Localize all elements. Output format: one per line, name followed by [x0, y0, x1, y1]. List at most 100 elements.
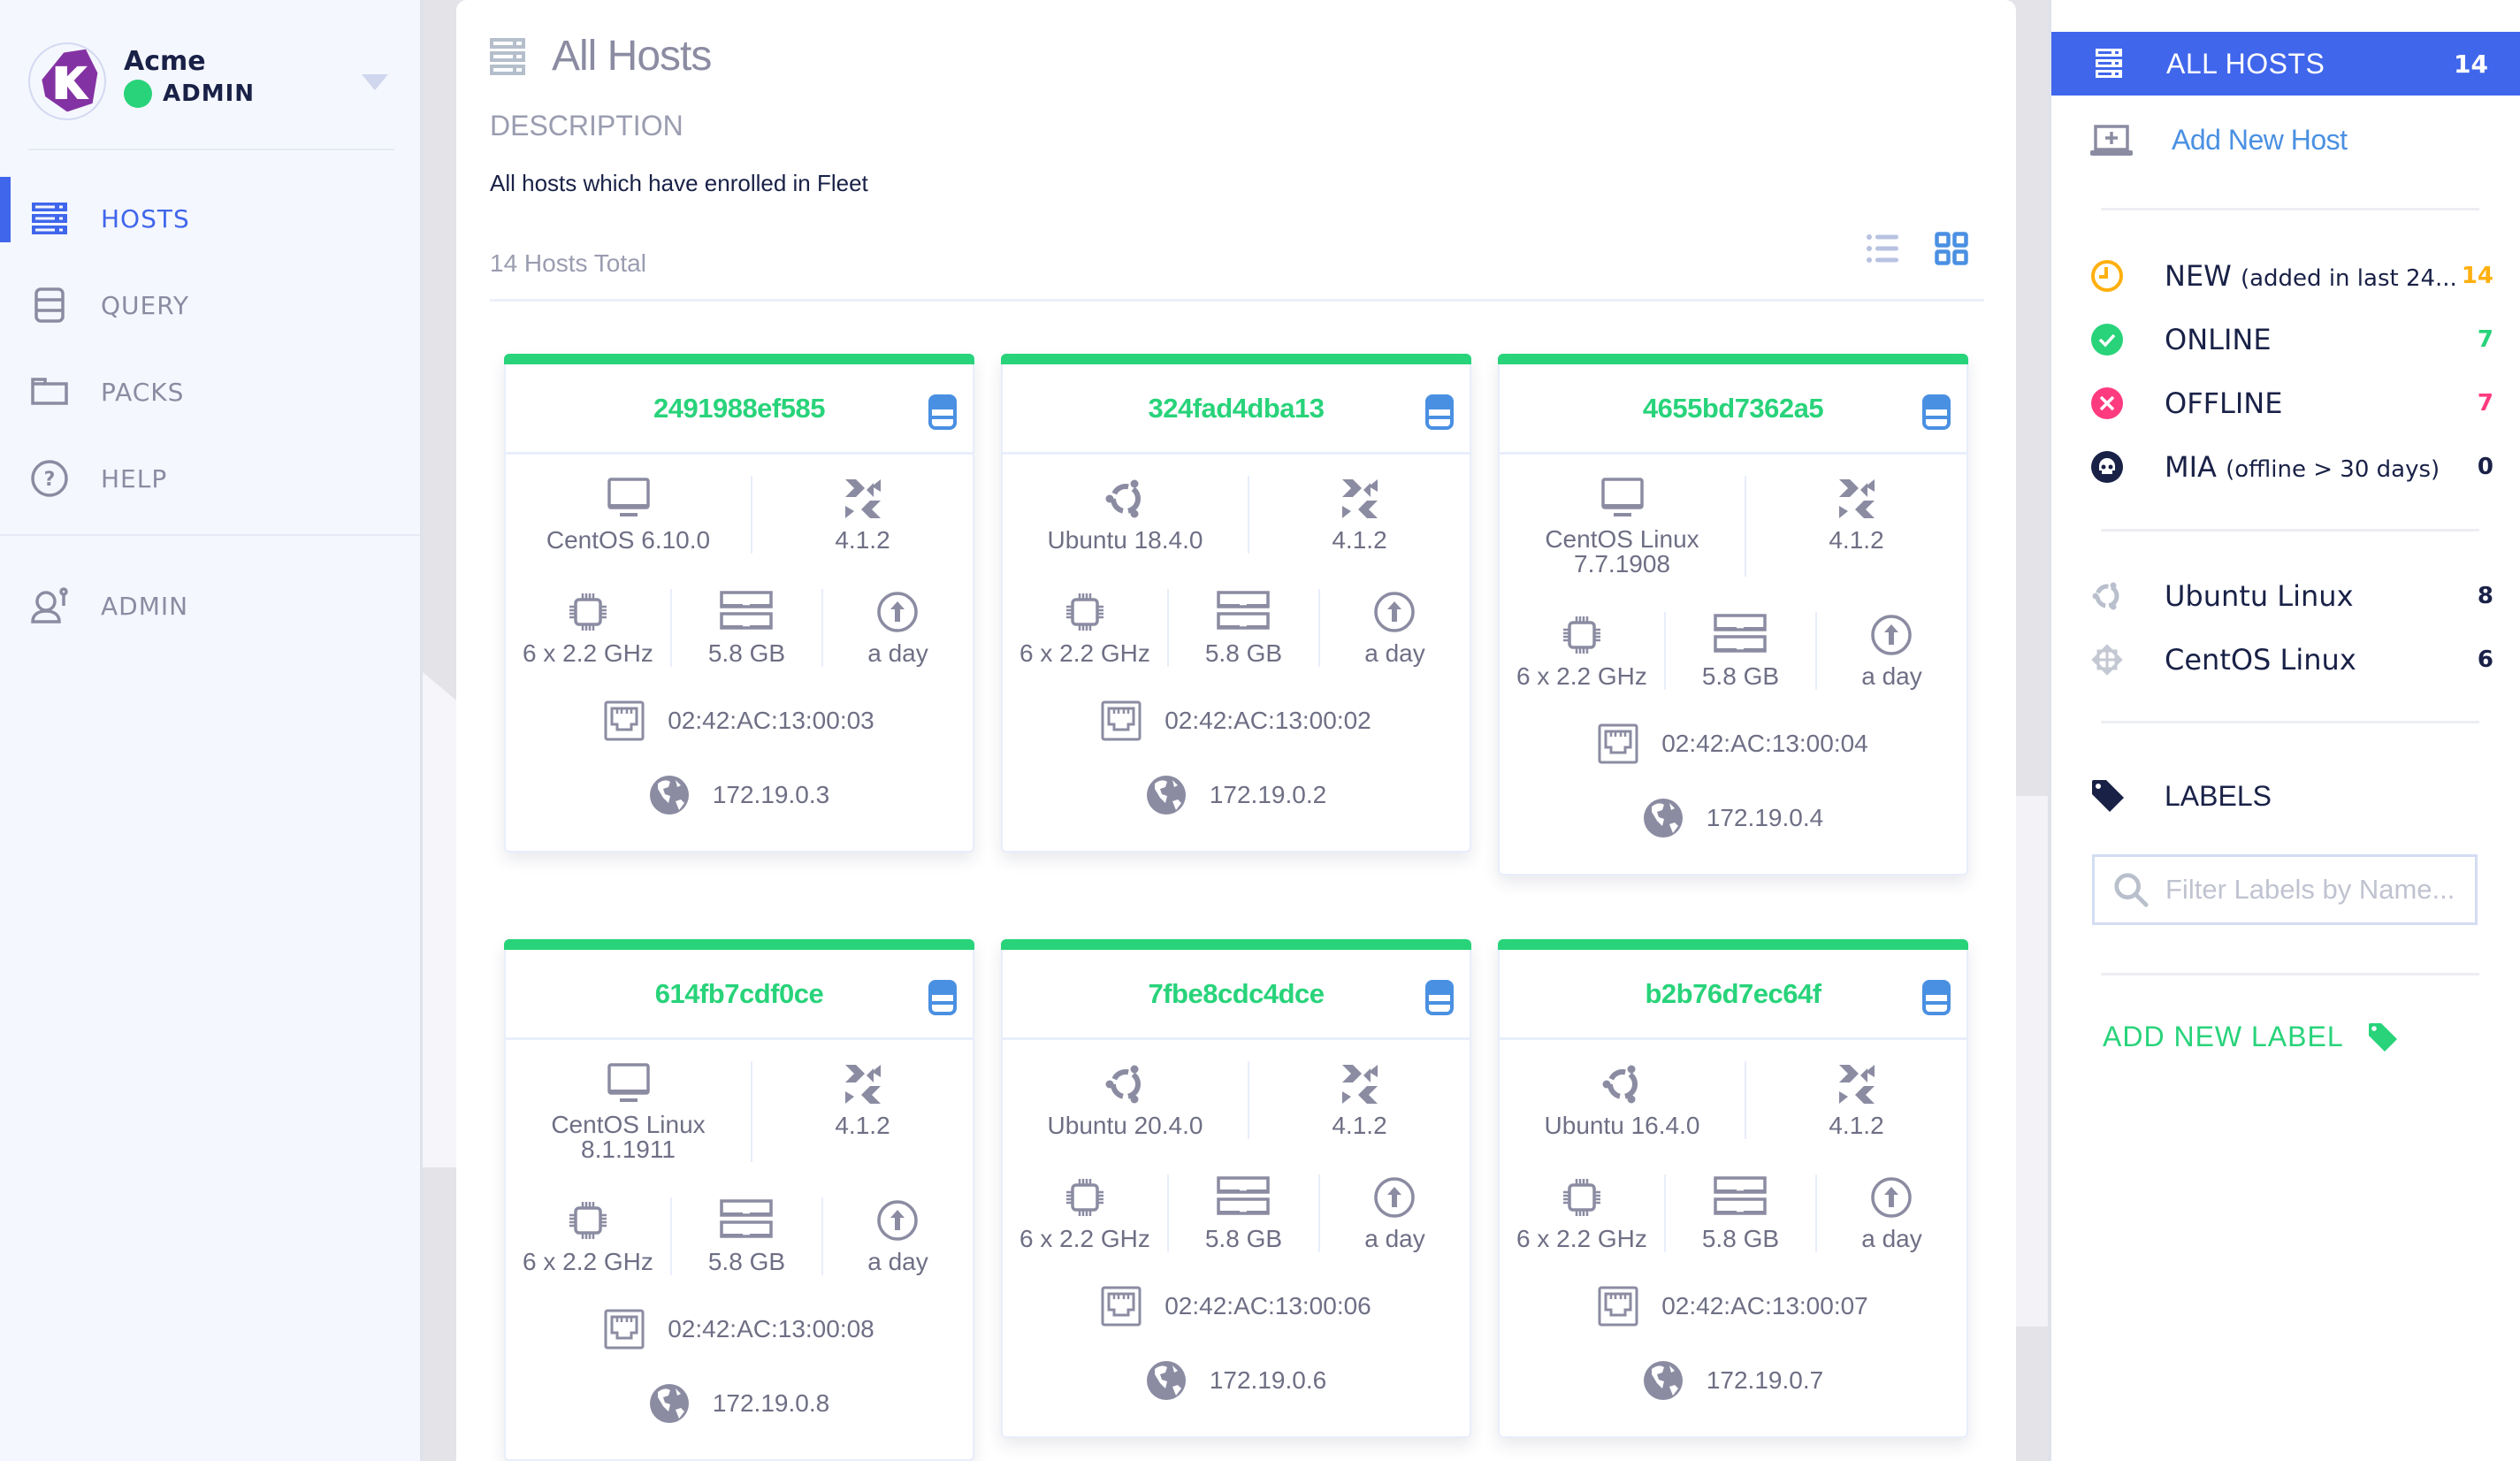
host-name[interactable]: b2b76d7ec64f: [1645, 978, 1821, 1010]
nav-label: HELP: [101, 463, 168, 493]
view-toggle: [1866, 232, 1968, 265]
host-osquery-version: 4.1.2: [835, 1112, 890, 1139]
globe-icon: [1643, 1361, 1683, 1400]
host-osquery-version: 4.1.2: [835, 526, 890, 554]
filter-new[interactable]: NEW (added in last 24... 14: [2090, 244, 2493, 308]
background-shape: [2016, 796, 2051, 1327]
filter-label: NEW (added in last 24...: [2165, 259, 2457, 293]
host-uptime: a day: [1364, 639, 1425, 667]
host-mac-address: 02:42:AC:13:00:06: [1165, 1292, 1371, 1319]
add-host-laptop-icon: [2090, 124, 2133, 156]
user-role-label: ADMIN: [163, 80, 256, 107]
list-view-icon[interactable]: [1866, 232, 1899, 265]
cpu-icon: [1065, 593, 1103, 631]
host-card[interactable]: b2b76d7ec64f Ubuntu 16.4.0 4.1.2 6 x 2.2…: [1498, 939, 1968, 1438]
osquery-icon: [844, 1065, 881, 1104]
host-osquery-cell: 4.1.2: [1746, 1061, 1966, 1139]
globe-icon: [649, 1384, 689, 1423]
host-card-header: b2b76d7ec64f: [1500, 950, 1966, 1040]
host-card-header: 614fb7cdf0ce: [506, 950, 973, 1040]
host-ip-address: 172.19.0.7: [1706, 1366, 1824, 1394]
labels-filter-input[interactable]: [2165, 874, 2475, 906]
nav-label: HOSTS: [101, 203, 190, 233]
filter-label: Ubuntu Linux: [2165, 579, 2354, 613]
host-ip-row: 172.19.0.4: [1500, 798, 1966, 838]
host-osquery-version: 4.1.2: [1332, 1112, 1387, 1139]
nav-item-query[interactable]: QUERY: [0, 262, 420, 348]
host-os-cell: CentOS Linux 7.7.1908: [1500, 476, 1746, 577]
host-card-header: 324fad4dba13: [1003, 364, 1470, 455]
host-os-cell: CentOS Linux 8.1.1911: [506, 1061, 752, 1162]
chevron-down-icon[interactable]: [362, 74, 388, 90]
host-name[interactable]: 324fad4dba13: [1148, 393, 1325, 425]
host-os: Ubuntu 18.4.0: [1047, 526, 1203, 554]
host-card[interactable]: 324fad4dba13 Ubuntu 18.4.0 4.1.2 6 x 2.2…: [1001, 354, 1471, 853]
host-ip-address: 172.19.0.4: [1706, 804, 1824, 831]
platform-filter-list: Ubuntu Linux 8 CentOS Linux 6: [2090, 564, 2493, 692]
memory-icon: [1714, 1176, 1768, 1215]
nav-item-hosts[interactable]: HOSTS: [0, 175, 420, 262]
query-host-icon[interactable]: [1425, 980, 1454, 1015]
main-panel: All Hosts DESCRIPTION All hosts which ha…: [456, 0, 2016, 1461]
folder-icon: [31, 378, 68, 405]
host-name[interactable]: 7fbe8cdc4dce: [1148, 978, 1325, 1010]
host-card[interactable]: 614fb7cdf0ce CentOS Linux 8.1.1911 4.1.2: [504, 939, 974, 1461]
host-status-bar: [504, 939, 974, 950]
nav-item-admin[interactable]: ADMIN: [0, 562, 420, 649]
host-os: CentOS 6.10.0: [546, 526, 711, 554]
host-ip-row: 172.19.0.2: [1003, 775, 1470, 815]
filter-centos[interactable]: CentOS Linux 6: [2090, 628, 2493, 692]
host-os: Ubuntu 20.4.0: [1047, 1112, 1203, 1139]
host-card[interactable]: 7fbe8cdc4dce Ubuntu 20.4.0 4.1.2 6 x 2.2…: [1001, 939, 1471, 1438]
nav-item-help[interactable]: ? HELP: [0, 435, 420, 522]
host-card[interactable]: 2491988ef585 CentOS 6.10.0 4.1.2 6 x 2.2…: [504, 354, 974, 853]
server-icon: [2096, 49, 2122, 78]
filter-offline[interactable]: OFFLINE 7: [2090, 371, 2493, 435]
host-os-row: CentOS Linux 7.7.1908 4.1.2: [1500, 476, 1966, 577]
org-switcher[interactable]: Acme ADMIN: [28, 42, 395, 149]
grid-view-icon[interactable]: [1935, 232, 1968, 265]
cpu-icon: [569, 593, 607, 631]
filter-sublabel: (offline > 30 days): [2226, 456, 2440, 483]
host-memory: 5.8 GB: [707, 639, 786, 667]
cpu-icon: [1065, 1179, 1103, 1216]
query-host-icon[interactable]: [1922, 980, 1951, 1015]
host-mac-address: 02:42:AC:13:00:08: [668, 1315, 874, 1342]
host-uptime: a day: [1861, 662, 1922, 690]
host-hw-row: 6 x 2.2 GHz 5.8 GB a day: [506, 1197, 973, 1275]
host-osquery-cell: 4.1.2: [752, 476, 973, 554]
query-host-icon[interactable]: [1425, 394, 1454, 430]
host-os-row: CentOS 6.10.0 4.1.2: [506, 476, 973, 554]
filter-mia[interactable]: MIA (offline > 30 days) 0: [2090, 435, 2493, 499]
host-cpu: 6 x 2.2 GHz: [1516, 1225, 1647, 1252]
add-new-host-button[interactable]: Add New Host: [2090, 124, 2348, 157]
check-circle-icon: [2091, 324, 2123, 356]
host-osquery-cell: 4.1.2: [752, 1061, 973, 1162]
host-name[interactable]: 614fb7cdf0ce: [655, 978, 824, 1010]
filter-ubuntu[interactable]: Ubuntu Linux 8: [2090, 564, 2493, 628]
host-status-bar: [1498, 354, 1968, 364]
ethernet-port-icon: [1101, 1286, 1142, 1327]
host-memory-cell: 5.8 GB: [1169, 589, 1320, 667]
query-host-icon[interactable]: [1922, 394, 1951, 430]
host-name[interactable]: 2491988ef585: [653, 393, 825, 425]
host-mac-row: 02:42:AC:13:00:02: [1003, 700, 1470, 741]
x-circle-icon: [2091, 387, 2123, 419]
query-host-icon[interactable]: [928, 980, 957, 1015]
filter-label: ALL HOSTS: [2166, 47, 2325, 80]
divider: [2101, 973, 2479, 975]
host-name[interactable]: 4655bd7362a5: [1643, 393, 1824, 425]
ubuntu-icon: [1602, 1065, 1638, 1104]
page-header: All Hosts: [490, 32, 712, 80]
tag-icon: [2368, 1022, 2397, 1052]
filter-all-hosts[interactable]: ALL HOSTS 14: [2051, 32, 2520, 96]
host-osquery-version: 4.1.2: [1829, 1112, 1884, 1139]
query-host-icon[interactable]: [928, 394, 957, 430]
nav-item-packs[interactable]: PACKS: [0, 348, 420, 435]
filter-online[interactable]: ONLINE 7: [2090, 308, 2493, 371]
divider: [28, 149, 394, 150]
add-new-label-button[interactable]: ADD NEW LABEL: [2103, 1021, 2399, 1053]
desktop-icon: [1600, 478, 1644, 516]
host-card[interactable]: 4655bd7362a5 CentOS Linux 7.7.1908 4.1.2: [1498, 354, 1968, 876]
centos-icon: [2091, 644, 2123, 676]
